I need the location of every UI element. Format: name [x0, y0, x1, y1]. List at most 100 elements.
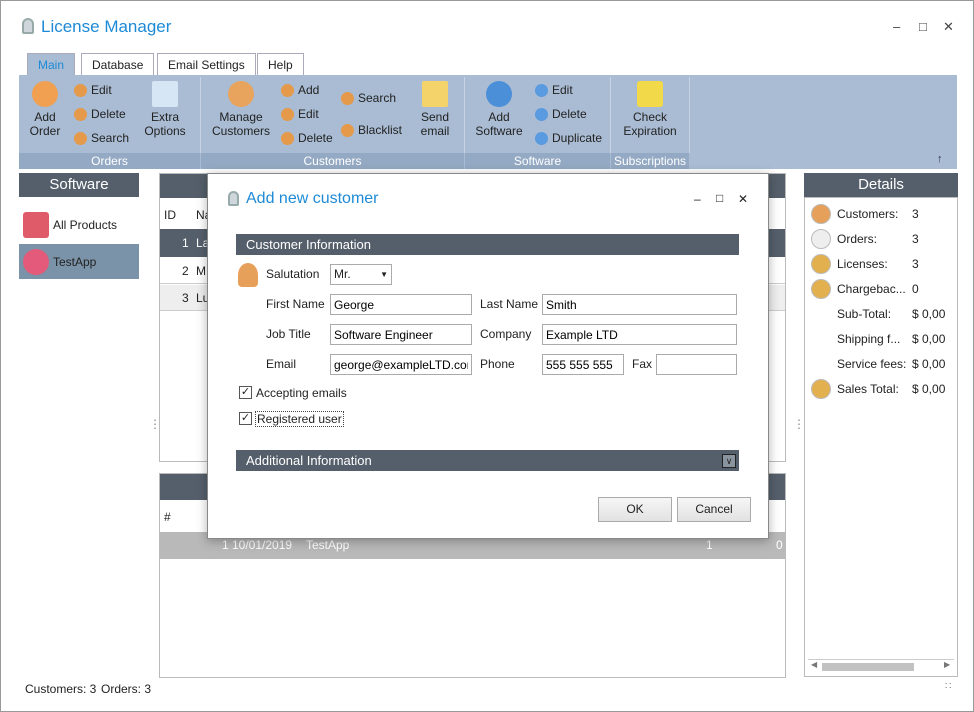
details-value: $ 0,00 — [912, 382, 946, 396]
order-add-icon — [32, 81, 58, 107]
software-edit-button[interactable]: Edit — [535, 83, 573, 97]
fax-label: Fax — [632, 357, 653, 371]
details-value: 3 — [912, 232, 919, 246]
manage-customers-button[interactable]: Manage Customers — [209, 81, 273, 138]
software-duplicate-button[interactable]: Duplicate — [535, 131, 602, 145]
orders-icon — [811, 229, 831, 249]
cancel-button[interactable]: Cancel — [677, 497, 751, 522]
dialog-close-button[interactable]: ✕ — [738, 192, 748, 206]
details-row: Sub-Total: $ 0,00 — [809, 304, 955, 324]
envelope-icon — [422, 81, 448, 107]
tab-database[interactable]: Database — [81, 53, 155, 76]
software-delete-button[interactable]: Delete — [535, 107, 587, 121]
column-header-id[interactable]: ID — [164, 208, 176, 222]
send-email-button[interactable]: Send email — [415, 81, 455, 138]
minimize-button[interactable]: – — [893, 19, 900, 34]
collapse-ribbon-icon[interactable]: ↑ — [937, 153, 943, 165]
add-customer-dialog: Add new customer – □ ✕ Customer Informat… — [207, 173, 769, 539]
expand-chevron-icon[interactable]: ∨ — [722, 454, 736, 468]
order-delete-button[interactable]: Delete — [74, 107, 126, 121]
software-panel-title: Software — [19, 173, 139, 197]
ok-button[interactable]: OK — [598, 497, 672, 522]
accepting-emails-checkbox[interactable]: ✓ — [239, 386, 252, 399]
phone-input[interactable] — [542, 354, 624, 375]
order-edit-button[interactable]: Edit — [74, 83, 112, 97]
group-subscriptions-label: Subscriptions — [611, 153, 689, 169]
disc-icon — [23, 248, 49, 275]
details-value: 0 — [912, 282, 919, 296]
user-delete-icon — [281, 131, 294, 145]
close-button[interactable]: ✕ — [943, 19, 954, 35]
edit-icon — [74, 83, 87, 97]
box-icon — [23, 212, 49, 238]
details-label: Shipping f... — [837, 332, 901, 346]
coins-icon — [811, 379, 831, 399]
job-title-input[interactable] — [330, 324, 472, 345]
details-value: 3 — [912, 257, 919, 271]
user-add-icon — [281, 83, 294, 97]
chevron-down-icon: ▼ — [380, 270, 388, 279]
column-header-number[interactable]: # — [164, 510, 171, 524]
registered-user-label[interactable]: Registered user — [255, 411, 344, 427]
order-search-button[interactable]: Search — [74, 131, 129, 145]
disc-add-icon — [486, 81, 512, 107]
details-label: Sales Total: — [837, 382, 899, 396]
dialog-minimize-button[interactable]: – — [694, 192, 701, 206]
user-edit-icon — [281, 107, 294, 121]
details-value: 3 — [912, 207, 919, 221]
last-name-input[interactable] — [542, 294, 737, 315]
company-input[interactable] — [542, 324, 737, 345]
extra-options-button[interactable]: Extra Options — [137, 81, 193, 138]
list-icon — [152, 81, 178, 107]
customer-edit-button[interactable]: Edit — [281, 107, 319, 121]
details-row: Shipping f... $ 0,00 — [809, 329, 955, 349]
job-title-label: Job Title — [266, 327, 311, 341]
accepting-emails-label[interactable]: Accepting emails — [256, 386, 347, 400]
check-expiration-button[interactable]: Check Expiration — [617, 81, 683, 138]
customer-add-button[interactable]: Add — [281, 83, 319, 97]
customers-icon — [811, 204, 831, 224]
add-software-button[interactable]: Add Software — [471, 81, 527, 138]
details-label: Sub-Total: — [837, 307, 892, 321]
tab-main[interactable]: Main — [27, 53, 76, 76]
search-icon — [74, 131, 87, 145]
warning-clock-icon — [637, 81, 663, 107]
details-value: $ 0,00 — [912, 307, 946, 321]
email-input[interactable] — [330, 354, 472, 375]
details-label: Licenses: — [837, 257, 888, 271]
add-order-button[interactable]: Add Order — [25, 81, 65, 138]
fax-input[interactable] — [656, 354, 737, 375]
customer-delete-button[interactable]: Delete — [281, 131, 333, 145]
customers-icon — [228, 81, 254, 107]
details-row: Sales Total: $ 0,00 — [809, 379, 955, 399]
maximize-button[interactable]: □ — [919, 19, 927, 34]
registered-user-checkbox[interactable]: ✓ — [239, 412, 252, 425]
details-value: $ 0,00 — [912, 357, 946, 371]
details-row: Service fees: $ 0,00 — [809, 354, 955, 374]
salutation-select[interactable]: Mr. ▼ — [330, 264, 392, 285]
ribbon: Orders Customers Software Subscriptions … — [19, 75, 957, 169]
tab-email-settings[interactable]: Email Settings — [157, 53, 256, 76]
window-title: License Manager — [41, 17, 172, 36]
resize-grip-icon[interactable]: ∷ — [945, 681, 951, 692]
additional-information-section[interactable]: Additional Information — [236, 450, 739, 471]
blacklist-button[interactable]: Blacklist — [341, 123, 402, 137]
status-orders: Orders: 3 — [101, 682, 152, 696]
software-item-testapp[interactable]: TestApp — [19, 244, 139, 279]
first-name-input[interactable] — [330, 294, 472, 315]
delete-icon — [74, 107, 87, 121]
dialog-title: Add new customer — [246, 190, 379, 207]
details-value: $ 0,00 — [912, 332, 946, 346]
tab-help[interactable]: Help — [257, 53, 304, 76]
disc-edit-icon — [535, 83, 548, 97]
chargeback-icon — [811, 279, 831, 299]
status-customers: Customers: 3 — [25, 682, 97, 696]
details-panel: Customers: 3 Orders: 3 Licenses: 3 Chargebac..… — [804, 197, 958, 677]
customer-search-button[interactable]: Search — [341, 91, 396, 105]
dialog-maximize-button[interactable]: □ — [716, 191, 723, 205]
details-row: Licenses: 3 — [809, 254, 955, 274]
email-label: Email — [266, 357, 297, 371]
group-orders-label: Orders — [19, 153, 200, 169]
horizontal-scrollbar[interactable]: ◀ ▶ — [808, 659, 954, 673]
software-item-all-products[interactable]: All Products — [23, 209, 139, 241]
